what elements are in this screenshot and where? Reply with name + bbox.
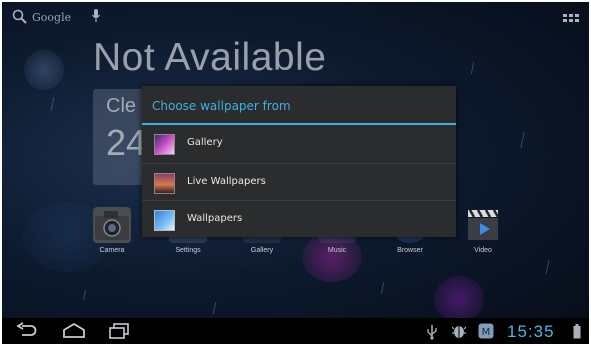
option-live-wallpapers[interactable]: Live Wallpapers [142,164,456,201]
google-search-label[interactable]: Google [32,11,71,24]
wallpaper-streak [470,62,475,74]
widget-title: Not Available [93,36,327,79]
home-screen: Google Not Available Cle 24 Camera Setti… [2,2,589,344]
live-wallpapers-icon [154,173,175,194]
wallpaper-glow [434,276,484,322]
option-label: Wallpapers [187,213,243,224]
wallpaper-streak [520,132,525,148]
widget-text: Cle [106,95,137,117]
option-label: Live Wallpapers [187,176,266,187]
dock-label: Camera [99,247,125,254]
top-bar: Google [2,2,589,32]
wallpaper-streak [82,290,87,300]
dock-item-video[interactable]: Video [455,207,511,254]
option-label: Gallery [187,137,223,148]
wallpaper-streak [545,260,550,274]
dock-item-camera[interactable]: Camera [84,207,140,254]
svg-text:M: M [482,327,491,338]
widget-number: 24 [106,122,147,163]
option-wallpapers[interactable]: Wallpapers [142,201,456,238]
dock-label: Browser [397,247,423,254]
option-gallery[interactable]: Gallery [142,125,456,162]
wallpaper-streak [380,282,385,294]
notification-icon: M [478,323,494,343]
gallery-icon [154,134,175,155]
recent-apps-icon[interactable] [108,322,130,344]
system-bar: M 15:35 [2,318,589,344]
wallpaper-chooser-dialog: Choose wallpaper from Gallery Live Wallp… [142,86,456,237]
clock[interactable]: 15:35 [507,322,555,342]
dock-label: Music [327,247,347,254]
wallpaper-streak [50,97,55,111]
all-apps-icon[interactable] [563,11,579,30]
wallpapers-icon [154,210,175,231]
search-icon[interactable] [12,9,28,29]
microphone-icon[interactable] [91,8,101,28]
widget-content: Cle 24 [106,95,146,164]
dock-label: Gallery [250,247,274,254]
back-icon[interactable] [16,322,38,344]
battery-icon [573,324,581,343]
debug-icon [451,323,467,343]
camera-icon [93,207,131,243]
home-icon[interactable] [62,322,86,344]
usb-icon [426,324,438,344]
wallpaper-streak [212,302,217,314]
wallpaper-glow [24,50,64,90]
dock-label: Video [474,247,492,254]
video-icon [464,207,502,243]
dialog-title: Choose wallpaper from [152,99,291,113]
dock-label: Settings [175,247,201,254]
